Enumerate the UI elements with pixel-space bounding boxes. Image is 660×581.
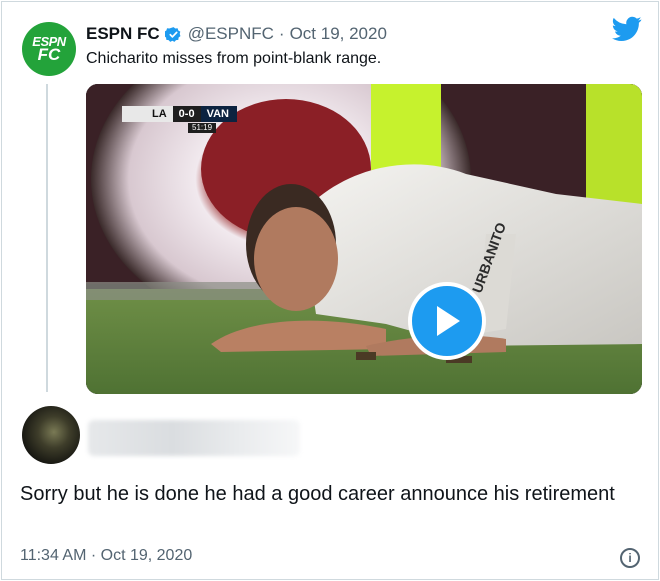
verified-badge-icon bbox=[164, 26, 181, 42]
play-button[interactable] bbox=[408, 282, 486, 360]
handle[interactable]: @ESPNFC bbox=[188, 24, 274, 44]
reply-timestamp[interactable]: 11:34 AM · Oct 19, 2020 bbox=[20, 547, 192, 565]
twitter-bird-icon[interactable] bbox=[612, 16, 642, 42]
tweet-date[interactable]: Oct 19, 2020 bbox=[290, 24, 387, 44]
match-score: 0-0 bbox=[172, 106, 201, 122]
avatar-logo-text-2: FC bbox=[37, 45, 61, 65]
quoted-tweet-header: ESPN FC @ESPNFC · Oct 19, 2020 bbox=[86, 23, 387, 45]
play-icon bbox=[437, 306, 460, 336]
reply-avatar[interactable] bbox=[22, 406, 80, 464]
espnfc-avatar[interactable]: ESPN FC bbox=[22, 22, 76, 76]
separator-dot: · bbox=[278, 24, 285, 43]
quoted-tweet-text: Chicharito misses from point-blank range… bbox=[86, 50, 382, 67]
thread-connector bbox=[46, 84, 48, 392]
match-clock: 51:19 bbox=[188, 123, 217, 133]
video-frame: URBANITO bbox=[86, 84, 642, 394]
video-player[interactable]: URBANITO bbox=[86, 84, 642, 394]
redacted-username bbox=[88, 420, 300, 456]
away-team: VAN bbox=[200, 106, 237, 122]
display-name[interactable]: ESPN FC bbox=[86, 24, 160, 44]
reply-text: Sorry but he is done he had a good caree… bbox=[20, 483, 615, 505]
video-scoreboard: LA 0-0 VAN bbox=[122, 105, 298, 123]
home-team: LA bbox=[122, 106, 173, 122]
tweet-card: ESPN FC ESPN FC @ESPNFC · Oct 19, 2020 C… bbox=[1, 1, 659, 580]
info-icon[interactable]: i bbox=[620, 548, 640, 568]
